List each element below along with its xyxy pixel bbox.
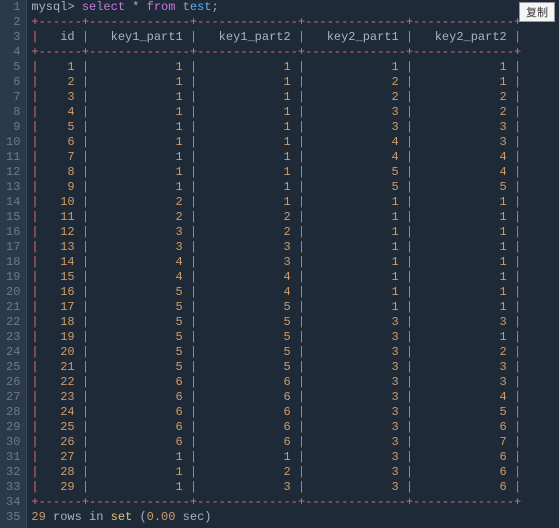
table-row: | 19 | 5 | 5 | 3 | 1 |: [31, 330, 555, 345]
line-number: 35: [4, 510, 22, 525]
line-number: 14: [4, 195, 22, 210]
line-number: 9: [4, 120, 22, 135]
table-row: | 22 | 6 | 6 | 3 | 3 |: [31, 375, 555, 390]
table-row: | 4 | 1 | 1 | 3 | 2 |: [31, 105, 555, 120]
line-number: 23: [4, 330, 22, 345]
line-number: 13: [4, 180, 22, 195]
table-row: | 26 | 6 | 6 | 3 | 7 |: [31, 435, 555, 450]
table-row: | 17 | 5 | 5 | 1 | 1 |: [31, 300, 555, 315]
table-row: | 28 | 1 | 2 | 3 | 6 |: [31, 465, 555, 480]
table-separator: +------+--------------+--------------+--…: [31, 45, 555, 60]
line-number: 31: [4, 450, 22, 465]
line-number: 32: [4, 465, 22, 480]
table-row: | 15 | 4 | 4 | 1 | 1 |: [31, 270, 555, 285]
table-row: | 25 | 6 | 6 | 3 | 6 |: [31, 420, 555, 435]
line-number: 8: [4, 105, 22, 120]
line-number: 5: [4, 60, 22, 75]
table-row: | 9 | 1 | 1 | 5 | 5 |: [31, 180, 555, 195]
line-number: 24: [4, 345, 22, 360]
line-number: 21: [4, 300, 22, 315]
line-number: 22: [4, 315, 22, 330]
table-row: | 6 | 1 | 1 | 4 | 3 |: [31, 135, 555, 150]
table-row: | 13 | 3 | 3 | 1 | 1 |: [31, 240, 555, 255]
line-number: 15: [4, 210, 22, 225]
table-row: | 2 | 1 | 1 | 2 | 1 |: [31, 75, 555, 90]
sql-query-line: mysql> select * from test;: [31, 0, 555, 15]
table-row: | 11 | 2 | 2 | 1 | 1 |: [31, 210, 555, 225]
table-row: | 1 | 1 | 1 | 1 | 1 |: [31, 60, 555, 75]
line-number: 25: [4, 360, 22, 375]
line-number: 7: [4, 90, 22, 105]
code-content: mysql> select * from test;+------+------…: [27, 0, 559, 528]
code-block: 1234567891011121314151617181920212223242…: [0, 0, 559, 528]
line-gutter: 1234567891011121314151617181920212223242…: [0, 0, 27, 528]
table-row: | 10 | 2 | 1 | 1 | 1 |: [31, 195, 555, 210]
table-row: | 21 | 5 | 5 | 3 | 3 |: [31, 360, 555, 375]
line-number: 28: [4, 405, 22, 420]
table-header: | id | key1_part1 | key1_part2 | key2_pa…: [31, 30, 555, 45]
table-row: | 7 | 1 | 1 | 4 | 4 |: [31, 150, 555, 165]
table-separator: +------+--------------+--------------+--…: [31, 15, 555, 30]
table-row: | 20 | 5 | 5 | 3 | 2 |: [31, 345, 555, 360]
line-number: 19: [4, 270, 22, 285]
line-number: 10: [4, 135, 22, 150]
table-row: | 23 | 6 | 6 | 3 | 4 |: [31, 390, 555, 405]
table-row: | 29 | 1 | 3 | 3 | 6 |: [31, 480, 555, 495]
table-row: | 24 | 6 | 6 | 3 | 5 |: [31, 405, 555, 420]
line-number: 34: [4, 495, 22, 510]
table-row: | 8 | 1 | 1 | 5 | 4 |: [31, 165, 555, 180]
line-number: 1: [4, 0, 22, 15]
result-summary: 29 rows in set (0.00 sec): [31, 510, 555, 525]
line-number: 30: [4, 435, 22, 450]
line-number: 4: [4, 45, 22, 60]
line-number: 16: [4, 225, 22, 240]
line-number: 2: [4, 15, 22, 30]
table-separator: +------+--------------+--------------+--…: [31, 495, 555, 510]
copy-button[interactable]: 复制: [519, 2, 555, 22]
line-number: 29: [4, 420, 22, 435]
table-row: | 18 | 5 | 5 | 3 | 3 |: [31, 315, 555, 330]
line-number: 33: [4, 480, 22, 495]
table-row: | 16 | 5 | 4 | 1 | 1 |: [31, 285, 555, 300]
table-row: | 14 | 4 | 3 | 1 | 1 |: [31, 255, 555, 270]
line-number: 11: [4, 150, 22, 165]
line-number: 20: [4, 285, 22, 300]
table-row: | 12 | 3 | 2 | 1 | 1 |: [31, 225, 555, 240]
line-number: 6: [4, 75, 22, 90]
table-row: | 5 | 1 | 1 | 3 | 3 |: [31, 120, 555, 135]
line-number: 18: [4, 255, 22, 270]
line-number: 17: [4, 240, 22, 255]
line-number: 27: [4, 390, 22, 405]
line-number: 12: [4, 165, 22, 180]
line-number: 3: [4, 30, 22, 45]
table-row: | 27 | 1 | 1 | 3 | 6 |: [31, 450, 555, 465]
table-row: | 3 | 1 | 1 | 2 | 2 |: [31, 90, 555, 105]
line-number: 26: [4, 375, 22, 390]
